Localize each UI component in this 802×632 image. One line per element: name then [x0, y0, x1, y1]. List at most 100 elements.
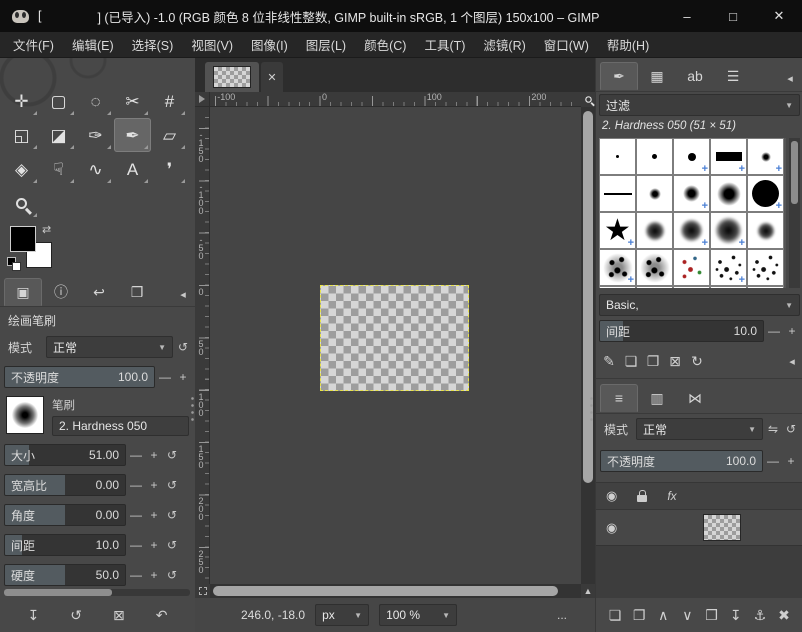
scissors-select-tool[interactable]: ✂ [114, 84, 151, 118]
hardness-decrease-button[interactable]: — [128, 565, 144, 585]
image-tab-close-button[interactable]: ✕ [261, 62, 283, 92]
brush-item[interactable] [673, 286, 710, 288]
default-colors-icon[interactable] [7, 257, 23, 273]
horizontal-ruler[interactable]: -1000100200 [210, 92, 581, 107]
zoom-follow-window-button[interactable] [581, 92, 595, 107]
delete-brush-button[interactable]: ⊠ [664, 350, 686, 372]
brush-item[interactable]: + [599, 249, 636, 286]
brush-item[interactable] [747, 249, 784, 286]
size-slider[interactable]: 大小51.00 [4, 444, 126, 466]
aspect-ratio-slider[interactable]: 宽高比0.00 [4, 474, 126, 496]
paths-tool[interactable]: ∿ [77, 152, 114, 186]
vertical-ruler[interactable]: -150-100-50050100150200250 [195, 107, 210, 584]
brush-item[interactable] [599, 286, 636, 288]
brushes-panel-menu-button[interactable]: ◂ [783, 349, 801, 373]
unit-select[interactable]: px ▼ [315, 604, 369, 626]
effects-column-fx-icon[interactable]: fx [667, 489, 676, 503]
hardness-increase-button[interactable]: + [146, 565, 162, 585]
horizontal-scrollbar[interactable] [210, 584, 581, 598]
tab-tool-options[interactable]: ▣ [4, 278, 42, 306]
brush-item[interactable]: + [710, 138, 747, 175]
brush-item[interactable] [636, 138, 673, 175]
opacity-decrease-button[interactable]: — [157, 367, 173, 387]
menu-item[interactable]: 窗口(W) [535, 32, 598, 57]
layer-opacity-increase-button[interactable]: + [783, 451, 799, 471]
brush-item[interactable]: + [673, 138, 710, 175]
layer-opacity-slider[interactable]: 不透明度 100.0 [600, 450, 763, 472]
brush-item[interactable]: + [673, 212, 710, 249]
angle-increase-button[interactable]: + [146, 505, 162, 525]
tab-undo-history[interactable]: ↩ [80, 278, 118, 306]
canvas-image[interactable] [320, 285, 469, 391]
hardness-reset-button[interactable]: ↺ [164, 565, 180, 585]
hardness-slider[interactable]: 硬度50.0 [4, 564, 126, 586]
raise-layer-button[interactable]: ∧ [652, 604, 674, 626]
brush-item[interactable] [636, 212, 673, 249]
horizontal-scrollbar-thumb[interactable] [213, 586, 558, 596]
vertical-scrollbar[interactable] [581, 107, 595, 584]
smudge-tool[interactable]: ☟ [40, 152, 77, 186]
spacing-increase-button[interactable]: + [146, 535, 162, 555]
brush-item[interactable] [747, 212, 784, 249]
minimize-button[interactable]: – [664, 0, 710, 32]
refresh-brushes-button[interactable]: ↻ [686, 350, 708, 372]
tab-document-history[interactable]: ☰ [714, 62, 752, 90]
vertical-scrollbar-thumb[interactable] [583, 111, 593, 483]
new-layer-button[interactable]: ❏ [604, 604, 626, 626]
tab-layers[interactable]: ≡ [600, 384, 638, 412]
menu-item[interactable]: 文件(F) [4, 32, 63, 57]
brush-spacing-decrease-button[interactable]: — [766, 321, 782, 341]
rectangle-select-tool[interactable]: ▢ [40, 84, 77, 118]
brush-item[interactable]: + [747, 138, 784, 175]
menu-item[interactable]: 工具(T) [415, 32, 474, 57]
lock-column-lock-icon[interactable] [637, 495, 647, 502]
ruler-origin-button[interactable] [195, 92, 210, 107]
zoom-tool[interactable] [3, 186, 40, 220]
brush-item[interactable] [710, 175, 747, 212]
swap-colors-icon[interactable]: ⇄ [42, 223, 51, 236]
aspect-ratio-increase-button[interactable]: + [146, 475, 162, 495]
mode-reset-button[interactable]: ↺ [175, 337, 191, 357]
transform-tool[interactable]: ◱ [3, 118, 40, 152]
brush-item[interactable]: + [710, 212, 747, 249]
aspect-ratio-reset-button[interactable]: ↺ [164, 475, 180, 495]
left-pane-splitter[interactable] [190, 395, 195, 425]
brush-item[interactable] [599, 138, 636, 175]
visibility-column-eye-icon[interactable]: ◉ [606, 488, 617, 504]
tab-channels[interactable]: ▥ [638, 384, 676, 412]
brush-item[interactable] [636, 286, 673, 288]
brush-item[interactable] [599, 175, 636, 212]
layer-mode-select[interactable]: 正常 ▼ [636, 418, 763, 440]
tab-images[interactable]: ❒ [118, 278, 156, 306]
angle-decrease-button[interactable]: — [128, 505, 144, 525]
color-picker-tool[interactable]: ❜ [151, 152, 188, 186]
tool-options-scrollbar-thumb[interactable] [4, 589, 112, 596]
menu-item[interactable]: 图层(L) [297, 32, 355, 57]
duplicate-brush-button[interactable]: ❐ [642, 350, 664, 372]
brush-group-select[interactable]: Basic, ▼ [599, 294, 800, 316]
tab-brushes[interactable]: ✒ [600, 62, 638, 90]
size-decrease-button[interactable]: — [128, 445, 144, 465]
foreground-color-swatch[interactable] [10, 226, 36, 252]
new-group-button[interactable]: ❐ [628, 604, 650, 626]
layer-visibility-eye-icon[interactable]: ◉ [606, 520, 617, 536]
layer-opacity-decrease-button[interactable]: — [765, 451, 781, 471]
brush-grid-scrollbar-thumb[interactable] [791, 141, 798, 204]
spacing-slider[interactable]: 间距10.0 [4, 534, 126, 556]
eraser-tool[interactable]: ▱ [151, 118, 188, 152]
new-brush-button[interactable]: ❏ [620, 350, 642, 372]
delete-layer-button[interactable]: ✖ [773, 604, 795, 626]
brush-item[interactable]: + [710, 249, 747, 286]
brush-item[interactable]: ★+ [599, 212, 636, 249]
angle-slider[interactable]: 角度0.00 [4, 504, 126, 526]
brush-spacing-slider[interactable]: 间距 10.0 [599, 320, 764, 342]
brush-item[interactable]: + [747, 175, 784, 212]
menu-item[interactable]: 图像(I) [242, 32, 297, 57]
bucket-fill-tool[interactable]: ◪ [40, 118, 77, 152]
paintbrush-tool[interactable]: ✒ [114, 118, 151, 152]
quick-mask-toggle[interactable] [195, 584, 210, 598]
layer-mode-reset-button[interactable]: ↺ [783, 419, 799, 439]
zoom-select[interactable]: 100 % ▼ [379, 604, 457, 626]
spacing-reset-button[interactable]: ↺ [164, 535, 180, 555]
tab-fonts[interactable]: ab [676, 62, 714, 90]
